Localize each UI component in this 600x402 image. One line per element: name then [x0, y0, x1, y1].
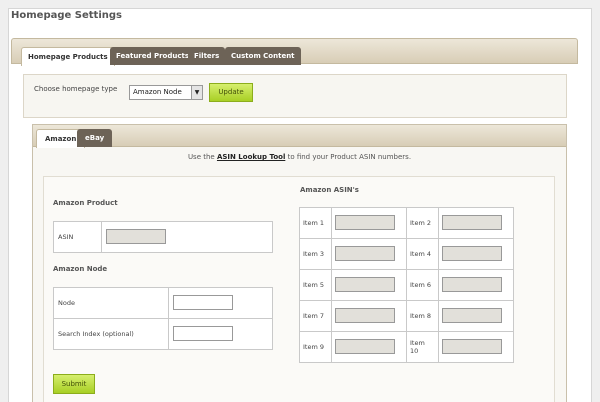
homepage-type-box: Choose homepage type Amazon Node ▼ Updat… [23, 74, 567, 118]
tab-ebay[interactable]: eBay [77, 129, 113, 147]
amazon-product-table: ASIN [53, 221, 273, 253]
asin-item-input[interactable] [442, 276, 502, 292]
asin-lookup-link[interactable]: ASIN Lookup Tool [217, 153, 285, 161]
asin-item-input[interactable] [335, 214, 395, 230]
asin-items-table: Item 1 Item 2 Item 3 Item 4 Item 5 Item … [299, 207, 514, 363]
asin-item-input[interactable] [442, 214, 502, 230]
asin-item-input[interactable] [335, 245, 395, 261]
top-tab-bar: Homepage Products Featured Products Filt… [11, 38, 578, 66]
asin-item-label: Item 1 [299, 207, 332, 239]
asin-item-input[interactable] [442, 338, 502, 354]
page-title: Homepage Settings [11, 10, 122, 21]
asin-item-input[interactable] [442, 307, 502, 323]
asin-item-label: Item 4 [406, 238, 439, 270]
node-label: Node [53, 287, 169, 319]
amazon-product-title: Amazon Product [53, 199, 118, 207]
tab-featured-products[interactable]: Featured Products [110, 47, 195, 65]
asin-item-input[interactable] [335, 276, 395, 292]
asin-item-label: Item 7 [299, 300, 332, 332]
homepage-type-selected: Amazon Node [133, 88, 182, 96]
asin-item-input[interactable] [335, 338, 395, 354]
search-index-input[interactable] [173, 325, 233, 341]
asin-item-label: Item 9 [299, 331, 332, 363]
lookup-prefix: Use the [187, 153, 217, 161]
update-button[interactable]: Update [209, 83, 253, 102]
amazon-asins-title: Amazon ASIN's [300, 186, 359, 194]
tab-filters[interactable]: Filters [188, 47, 226, 65]
asin-item-label: Item 2 [406, 207, 439, 239]
asin-item-input[interactable] [335, 307, 395, 323]
asin-item-label: Item 3 [299, 238, 332, 270]
lookup-instructions: Use the ASIN Lookup Tool to find your Pr… [33, 153, 566, 161]
inner-tab-bar: Amazon eBay [33, 125, 566, 148]
asin-item-label: Item 5 [299, 269, 332, 301]
homepage-type-label: Choose homepage type [34, 85, 118, 93]
search-index-label: Search Index (optional) [53, 318, 169, 350]
asin-item-input[interactable] [442, 245, 502, 261]
asin-item-label: Item 10 [406, 331, 439, 363]
amazon-node-table: Node Search Index (optional) [53, 287, 273, 350]
tab-custom-content[interactable]: Custom Content [225, 47, 301, 65]
homepage-type-select[interactable]: Amazon Node ▼ [129, 85, 203, 100]
lookup-suffix: to find your Product ASIN numbers. [285, 153, 412, 161]
submit-button[interactable]: Submit [53, 374, 95, 394]
node-input[interactable] [173, 294, 233, 310]
amazon-node-title: Amazon Node [53, 265, 108, 273]
asin-item-label: Item 6 [406, 269, 439, 301]
asin-label: ASIN [53, 221, 102, 253]
tab-homepage-products[interactable]: Homepage Products [21, 47, 115, 66]
asin-item-label: Item 8 [406, 300, 439, 332]
asin-input[interactable] [106, 228, 166, 244]
chevron-down-icon[interactable]: ▼ [191, 86, 202, 99]
